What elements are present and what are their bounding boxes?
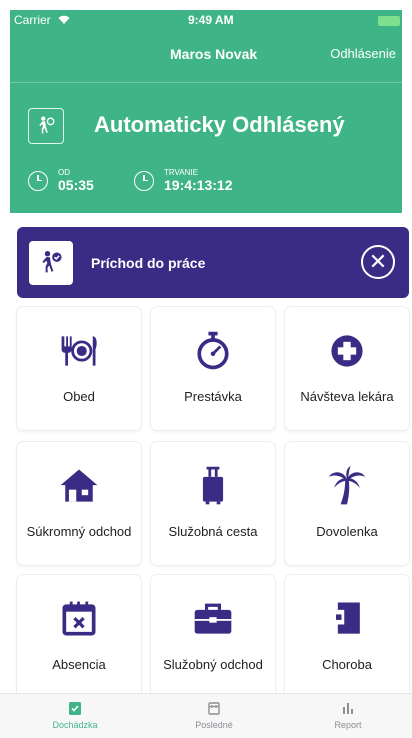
clipboard-check-icon: [69, 702, 81, 715]
stopwatch-icon: [197, 331, 229, 370]
from-label: OD: [58, 168, 70, 177]
tile-label: Choroba: [322, 657, 372, 672]
tile-dovolenka[interactable]: Dovolenka: [285, 442, 409, 565]
tile-sluzobna-cesta[interactable]: Služobná cesta: [151, 442, 275, 565]
tab-posledne[interactable]: Posledné: [154, 700, 274, 730]
tile-sluzobny-odchod[interactable]: Služobný odchod: [151, 575, 275, 698]
tile-label: Služobný odchod: [163, 657, 263, 672]
tab-label: Report: [334, 720, 362, 730]
tile-navsteva-lekara[interactable]: Návšteva lekára: [285, 307, 409, 430]
status-bar: Carrier 9:49 AM: [10, 10, 402, 32]
clock-icon: [134, 170, 154, 191]
walking-person-icon: [28, 108, 64, 144]
divider: [10, 82, 402, 83]
duration-value: 19:4:13:12: [164, 177, 233, 193]
briefcase-icon: [194, 603, 232, 634]
tab-dochadzka[interactable]: Dochádzka: [15, 700, 135, 730]
tile-label: Súkromný odchod: [26, 524, 132, 539]
palm-tree-icon: [328, 465, 366, 505]
navbar: Maros Novak Odhlásenie: [10, 40, 402, 70]
tile-label: Obed: [63, 389, 95, 404]
close-circle-icon[interactable]: ✕: [361, 245, 395, 279]
wifi-icon: [58, 15, 70, 27]
calendar-x-icon: [62, 601, 96, 636]
suitcase-icon: [202, 466, 224, 505]
tab-label: Dochádzka: [52, 720, 98, 730]
tile-choroba[interactable]: Choroba: [285, 575, 409, 698]
tile-obed[interactable]: Obed: [17, 307, 141, 430]
tile-label: Dovolenka: [316, 524, 378, 539]
from-value: 05:35: [58, 177, 94, 193]
bar-chart-icon: [343, 703, 353, 714]
clock-icon: [28, 170, 48, 191]
tab-report[interactable]: Report: [288, 700, 408, 730]
duration-time: TRVANIE 19:4:13:12: [134, 168, 233, 193]
from-time: OD 05:35: [28, 168, 94, 193]
user-name: Maros Novak: [170, 46, 258, 62]
tile-label: Prestávka: [184, 389, 242, 404]
tile-label: Služobná cesta: [168, 524, 258, 539]
plate-cutlery-icon: [61, 336, 97, 366]
walking-person-check-icon: [29, 241, 73, 285]
battery-icon: [378, 16, 400, 26]
tile-prestavka[interactable]: Prestávka: [151, 307, 275, 430]
tile-label: Absencia: [52, 657, 106, 672]
tab-label: Posledné: [195, 720, 233, 730]
duration-label: TRVANIE: [164, 168, 198, 177]
sick-note-icon: [333, 602, 360, 634]
arrival-label: Príchod do práce: [91, 255, 206, 271]
tile-sukromny-odchod[interactable]: Súkromný odchod: [17, 442, 141, 565]
tile-absencia[interactable]: Absencia: [17, 575, 141, 698]
logout-button[interactable]: Odhlásenie: [330, 46, 396, 61]
arrival-button[interactable]: Príchod do práce ✕: [17, 227, 409, 298]
clock-time: 9:49 AM: [188, 13, 234, 27]
header: Carrier 9:49 AM Maros Novak Odhlásenie A…: [10, 10, 402, 213]
tile-label: Návšteva lekára: [300, 389, 394, 404]
medical-cross-icon: [331, 335, 363, 367]
carrier-label: Carrier: [14, 13, 51, 27]
house-icon: [60, 469, 98, 502]
calendar-icon: [208, 702, 220, 715]
status-title: Automaticky Odhlásený: [94, 112, 345, 137]
tab-bar: Dochádzka Posledné Report: [0, 693, 412, 738]
